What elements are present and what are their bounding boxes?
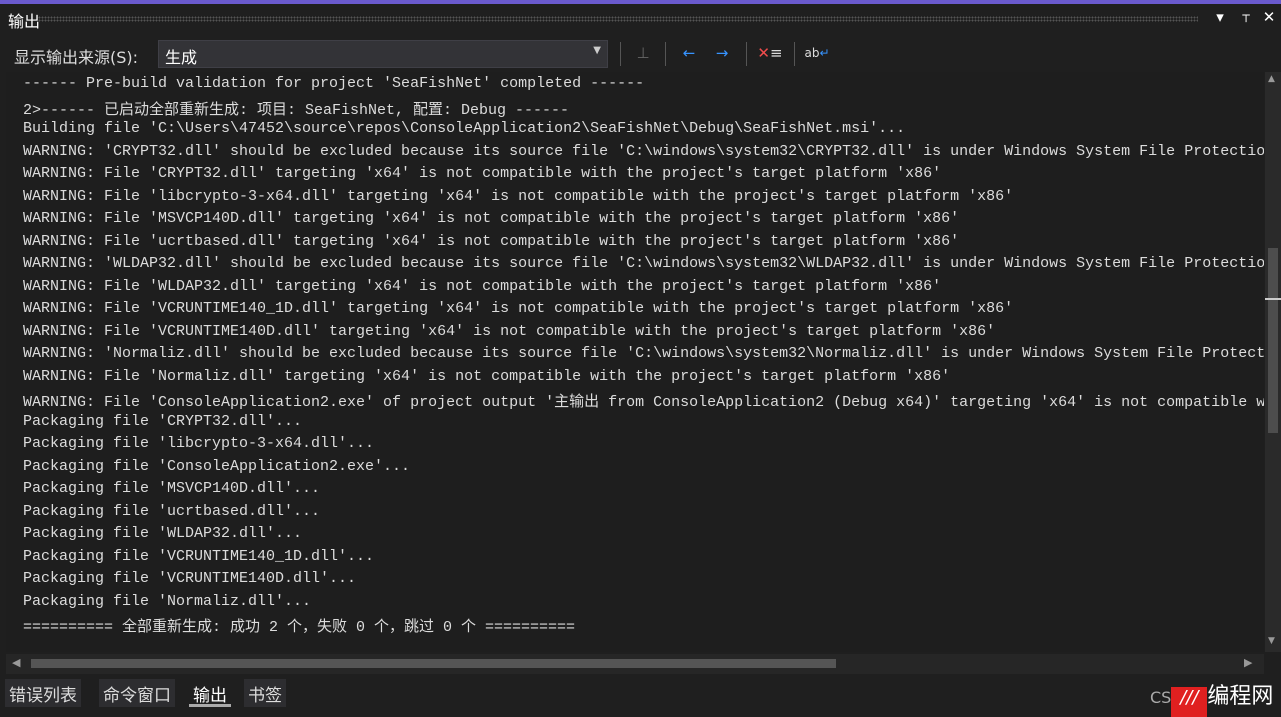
output-line: 2>------ 已启动全部重新生成: 项目: SeaFishNet, 配置: …: [23, 101, 570, 119]
dropdown-icon[interactable]: ▾: [1210, 8, 1230, 26]
output-line: Packaging file 'WLDAP32.dll'...: [23, 525, 303, 542]
horizontal-scrollbar[interactable]: ◀ ▶: [6, 654, 1264, 674]
clear-all-icon[interactable]: ✕≡: [757, 40, 783, 66]
tab-output[interactable]: 输出: [189, 679, 231, 707]
divider: [794, 42, 795, 66]
output-line: Packaging file 'MSVCP140D.dll'...: [23, 480, 321, 497]
source-label: 显示输出来源(S):: [14, 48, 139, 67]
drag-grip[interactable]: [38, 16, 1198, 22]
output-line: Packaging file 'libcrypto-3-x64.dll'...: [23, 435, 375, 452]
output-line: Packaging file 'ConsoleApplication2.exe'…: [23, 457, 411, 475]
output-line: Packaging file 'ucrtbased.dll'...: [23, 502, 321, 520]
scroll-up-icon[interactable]: ▲: [1268, 74, 1275, 84]
output-line: Packaging file 'Normaliz.dll'...: [23, 592, 312, 610]
output-line: ------ Pre-build validation for project …: [23, 75, 645, 92]
output-line: WARNING: File 'libcrypto-3-x64.dll' targ…: [23, 187, 1014, 205]
vertical-scroll-thumb[interactable]: [1268, 248, 1278, 433]
watermark-text: 编程网: [1207, 684, 1274, 709]
output-line: WARNING: File 'Normaliz.dll' targeting '…: [23, 367, 951, 385]
output-line: WARNING: 'CRYPT32.dll' should be exclude…: [23, 142, 1264, 160]
output-text-area[interactable]: ------ Pre-build validation for project …: [6, 72, 1264, 652]
word-wrap-icon[interactable]: ab↵: [804, 40, 830, 66]
source-select-value: 生成: [165, 48, 198, 67]
panel-titlebar: 输出 ▾ ┬ ✕: [0, 4, 1281, 32]
bottom-tab-strip: 错误列表 命令窗口 输出 书签: [0, 676, 1281, 711]
output-line: Building file 'C:\Users\47452\source\rep…: [23, 120, 906, 137]
vertical-scrollbar[interactable]: ▲ ▼: [1265, 72, 1281, 652]
output-line: WARNING: File 'ucrtbased.dll' targeting …: [23, 232, 960, 250]
output-line: Packaging file 'CRYPT32.dll'...: [23, 412, 303, 430]
output-line: WARNING: File 'VCRUNTIME140D.dll' target…: [23, 322, 996, 340]
output-line: WARNING: 'WLDAP32.dll' should be exclude…: [23, 255, 1264, 272]
output-toolbar: 显示输出来源(S): 生成 ▼ ⊥ ← → ✕≡ ab↵: [0, 36, 1281, 72]
output-line: WARNING: File 'ConsoleApplication2.exe' …: [23, 394, 1264, 411]
tab-command-window[interactable]: 命令窗口: [99, 679, 175, 707]
output-line: WARNING: File 'CRYPT32.dll' targeting 'x…: [23, 165, 942, 182]
panel-title: 输出: [8, 12, 41, 31]
close-icon[interactable]: ✕: [1259, 8, 1279, 26]
output-line: Packaging file 'VCRUNTIME140_1D.dll'...: [23, 547, 375, 565]
scroll-down-icon[interactable]: ▼: [1268, 636, 1275, 646]
chevron-down-icon: ▼: [593, 45, 601, 56]
previous-message-icon[interactable]: ←: [676, 40, 702, 66]
horizontal-scroll-thumb[interactable]: [31, 659, 836, 668]
output-line: WARNING: File 'VCRUNTIME140_1D.dll' targ…: [23, 300, 1014, 317]
watermark-logo: ///: [1171, 687, 1208, 717]
next-message-icon[interactable]: →: [709, 40, 735, 66]
source-select[interactable]: 生成 ▼: [158, 40, 608, 68]
scroll-right-icon[interactable]: ▶: [1244, 656, 1252, 669]
divider: [620, 42, 621, 66]
output-line: WARNING: 'Normaliz.dll' should be exclud…: [23, 345, 1264, 362]
output-line: WARNING: File 'MSVCP140D.dll' targeting …: [23, 210, 960, 227]
find-message-in-code-icon[interactable]: ⊥: [630, 40, 656, 66]
output-line: ========== 全部重新生成: 成功 2 个，失败 0 个，跳过 0 个 …: [23, 619, 576, 636]
divider: [746, 42, 747, 66]
output-line: WARNING: File 'WLDAP32.dll' targeting 'x…: [23, 277, 942, 295]
caret-position-marker: [1265, 298, 1281, 300]
watermark-prefix: CS: [1150, 688, 1172, 707]
divider: [665, 42, 666, 66]
output-line: Packaging file 'VCRUNTIME140D.dll'...: [23, 570, 357, 587]
tab-bookmarks[interactable]: 书签: [244, 679, 286, 707]
pin-icon[interactable]: ┬: [1236, 8, 1256, 22]
scroll-left-icon[interactable]: ◀: [12, 656, 20, 669]
watermark: CS///编程网: [1150, 678, 1273, 717]
tab-error-list[interactable]: 错误列表: [5, 679, 81, 707]
